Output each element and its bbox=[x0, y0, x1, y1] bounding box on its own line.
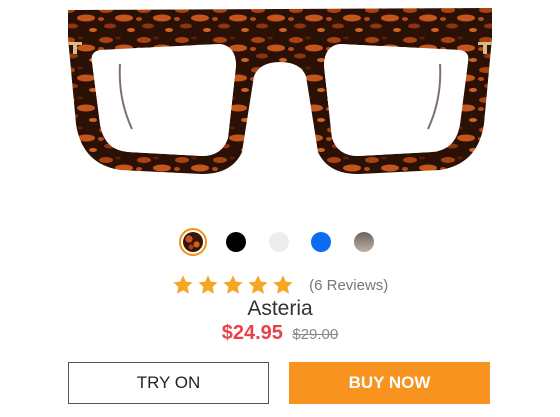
star-icon bbox=[273, 275, 293, 294]
sale-price: $24.95 bbox=[221, 322, 283, 344]
buy-now-button[interactable]: BUY NOW bbox=[289, 362, 490, 404]
swatch-clear[interactable] bbox=[269, 232, 289, 252]
star-icon bbox=[223, 275, 243, 294]
star-icon bbox=[198, 275, 218, 294]
swatch-clear-dot bbox=[269, 232, 289, 252]
product-image bbox=[68, 8, 492, 174]
product-name[interactable]: Asteria bbox=[0, 297, 560, 321]
star-icon bbox=[173, 275, 193, 294]
rating: (6 Reviews) bbox=[0, 274, 560, 296]
lens-right bbox=[324, 44, 469, 156]
reviews-link[interactable]: (6 Reviews) bbox=[309, 277, 388, 294]
original-price: $29.00 bbox=[292, 326, 339, 343]
swatch-gradient-brown[interactable] bbox=[354, 232, 374, 252]
swatch-black-dot bbox=[226, 232, 246, 252]
star-icon bbox=[248, 275, 268, 294]
star-rating[interactable] bbox=[172, 274, 297, 296]
try-on-button[interactable]: TRY ON bbox=[68, 362, 269, 404]
swatch-tortoise[interactable] bbox=[179, 228, 207, 256]
lens-left bbox=[91, 44, 236, 156]
swatch-blue-dot bbox=[311, 232, 331, 252]
color-swatches bbox=[0, 228, 560, 256]
price-block: $24.95 $29.00 bbox=[0, 322, 560, 345]
swatch-tortoise-dot bbox=[183, 232, 203, 252]
swatch-gradient-brown-dot bbox=[354, 232, 374, 252]
swatch-blue[interactable] bbox=[311, 232, 331, 252]
swatch-black[interactable] bbox=[226, 232, 246, 252]
